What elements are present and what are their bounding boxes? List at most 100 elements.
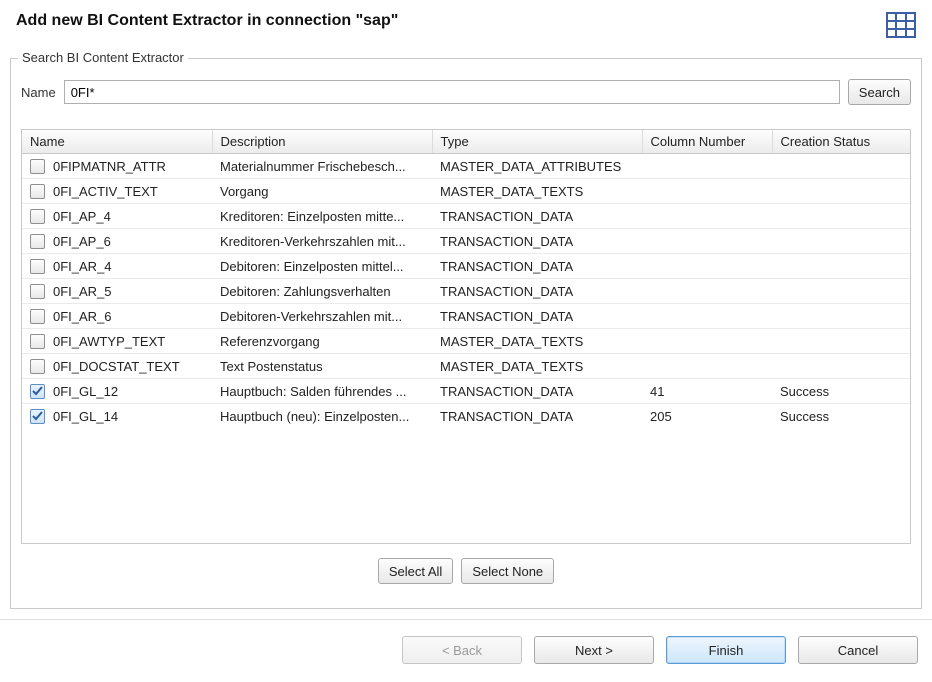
row-status <box>772 254 910 279</box>
row-status <box>772 154 910 179</box>
table-row[interactable]: 0FI_DOCSTAT_TEXT Text PostenstatusMASTER_… <box>22 354 910 379</box>
row-type: MASTER_DATA_TEXTS <box>432 354 642 379</box>
dialog-title: Add new BI Content Extractor in connecti… <box>16 12 398 30</box>
row-colnum <box>642 304 772 329</box>
dialog-body: Search BI Content Extractor Name Search <box>0 58 932 619</box>
dialog-footer: < Back Next > Finish Cancel <box>0 619 932 682</box>
row-type: MASTER_DATA_TEXTS <box>432 179 642 204</box>
row-desc: Text Postenstatus <box>212 354 432 379</box>
row-name: 0FI_AR_5 <box>53 284 112 299</box>
col-name[interactable]: Name <box>22 130 212 154</box>
row-desc: Kreditoren-Verkehrszahlen mit... <box>212 229 432 254</box>
table-row[interactable]: 0FI_AR_4 Debitoren: Einzelposten mittel..… <box>22 254 910 279</box>
table-row[interactable]: 0FI_ACTIV_TEXT VorgangMASTER_DATA_TEXTS <box>22 179 910 204</box>
row-colnum <box>642 179 772 204</box>
row-status <box>772 354 910 379</box>
row-name: 0FI_AWTYP_TEXT <box>53 334 165 349</box>
next-button[interactable]: Next > <box>534 636 654 664</box>
row-desc: Debitoren: Einzelposten mittel... <box>212 254 432 279</box>
row-desc: Referenzvorgang <box>212 329 432 354</box>
row-type: TRANSACTION_DATA <box>432 379 642 404</box>
row-checkbox[interactable] <box>30 359 45 374</box>
back-button[interactable]: < Back <box>402 636 522 664</box>
table-empty-space <box>22 429 910 544</box>
row-checkbox[interactable] <box>30 409 45 424</box>
row-type: TRANSACTION_DATA <box>432 304 642 329</box>
row-name: 0FI_DOCSTAT_TEXT <box>53 359 180 374</box>
search-row: Name Search <box>21 79 911 105</box>
col-description[interactable]: Description <box>212 130 432 154</box>
row-colnum <box>642 154 772 179</box>
row-type: MASTER_DATA_TEXTS <box>432 329 642 354</box>
row-checkbox[interactable] <box>30 234 45 249</box>
table-row[interactable]: 0FI_AR_6 Debitoren-Verkehrszahlen mit...T… <box>22 304 910 329</box>
table-row[interactable]: 0FI_AP_6 Kreditoren-Verkehrszahlen mit...… <box>22 229 910 254</box>
row-type: TRANSACTION_DATA <box>432 279 642 304</box>
row-checkbox[interactable] <box>30 159 45 174</box>
row-name: 0FI_GL_14 <box>53 409 118 424</box>
row-status <box>772 279 910 304</box>
row-checkbox[interactable] <box>30 184 45 199</box>
row-name: 0FI_AP_6 <box>53 234 111 249</box>
row-status <box>772 204 910 229</box>
row-name: 0FI_AP_4 <box>53 209 111 224</box>
row-desc: Materialnummer Frischebesch... <box>212 154 432 179</box>
col-creation-status[interactable]: Creation Status <box>772 130 910 154</box>
row-name: 0FIPMATNR_ATTR <box>53 159 166 174</box>
row-checkbox[interactable] <box>30 334 45 349</box>
col-column-number[interactable]: Column Number <box>642 130 772 154</box>
row-type: TRANSACTION_DATA <box>432 254 642 279</box>
row-name: 0FI_GL_12 <box>53 384 118 399</box>
name-input[interactable] <box>64 80 840 104</box>
row-desc: Hauptbuch: Salden führendes ... <box>212 379 432 404</box>
results-table-wrap: Name Description Type Column Number Crea… <box>21 129 911 544</box>
table-row[interactable]: 0FI_AP_4 Kreditoren: Einzelposten mitte..… <box>22 204 910 229</box>
row-colnum: 41 <box>642 379 772 404</box>
row-desc: Debitoren: Zahlungsverhalten <box>212 279 432 304</box>
row-checkbox[interactable] <box>30 259 45 274</box>
row-status <box>772 179 910 204</box>
results-table: Name Description Type Column Number Crea… <box>22 130 910 429</box>
table-header-row: Name Description Type Column Number Crea… <box>22 130 910 154</box>
selection-row: Select All Select None <box>21 544 911 592</box>
row-status: Success <box>772 379 910 404</box>
row-colnum <box>642 204 772 229</box>
wizard-dialog: Add new BI Content Extractor in connecti… <box>0 0 932 682</box>
row-type: MASTER_DATA_ATTRIBUTES <box>432 154 642 179</box>
row-colnum <box>642 354 772 379</box>
table-icon <box>886 12 916 38</box>
search-button[interactable]: Search <box>848 79 911 105</box>
row-status: Success <box>772 404 910 429</box>
row-colnum: 205 <box>642 404 772 429</box>
table-row[interactable]: 0FI_GL_12 Hauptbuch: Salden führendes ...… <box>22 379 910 404</box>
row-colnum <box>642 329 772 354</box>
row-type: TRANSACTION_DATA <box>432 204 642 229</box>
select-all-button[interactable]: Select All <box>378 558 453 584</box>
row-checkbox[interactable] <box>30 309 45 324</box>
row-type: TRANSACTION_DATA <box>432 229 642 254</box>
row-desc: Debitoren-Verkehrszahlen mit... <box>212 304 432 329</box>
row-type: TRANSACTION_DATA <box>432 404 642 429</box>
cancel-button[interactable]: Cancel <box>798 636 918 664</box>
select-none-button[interactable]: Select None <box>461 558 554 584</box>
table-row[interactable]: 0FIPMATNR_ATTR Materialnummer Frischebesc… <box>22 154 910 179</box>
name-label: Name <box>21 85 56 100</box>
col-type[interactable]: Type <box>432 130 642 154</box>
finish-button[interactable]: Finish <box>666 636 786 664</box>
search-groupbox: Search BI Content Extractor Name Search <box>10 58 922 609</box>
row-name: 0FI_AR_6 <box>53 309 112 324</box>
row-desc: Hauptbuch (neu): Einzelposten... <box>212 404 432 429</box>
row-desc: Kreditoren: Einzelposten mitte... <box>212 204 432 229</box>
row-name: 0FI_AR_4 <box>53 259 112 274</box>
table-row[interactable]: 0FI_GL_14 Hauptbuch (neu): Einzelposten..… <box>22 404 910 429</box>
row-colnum <box>642 229 772 254</box>
row-status <box>772 329 910 354</box>
row-desc: Vorgang <box>212 179 432 204</box>
row-name: 0FI_ACTIV_TEXT <box>53 184 158 199</box>
row-colnum <box>642 254 772 279</box>
row-checkbox[interactable] <box>30 284 45 299</box>
table-row[interactable]: 0FI_AR_5 Debitoren: ZahlungsverhaltenTRAN… <box>22 279 910 304</box>
table-row[interactable]: 0FI_AWTYP_TEXT ReferenzvorgangMASTER_DATA… <box>22 329 910 354</box>
row-checkbox[interactable] <box>30 209 45 224</box>
row-checkbox[interactable] <box>30 384 45 399</box>
